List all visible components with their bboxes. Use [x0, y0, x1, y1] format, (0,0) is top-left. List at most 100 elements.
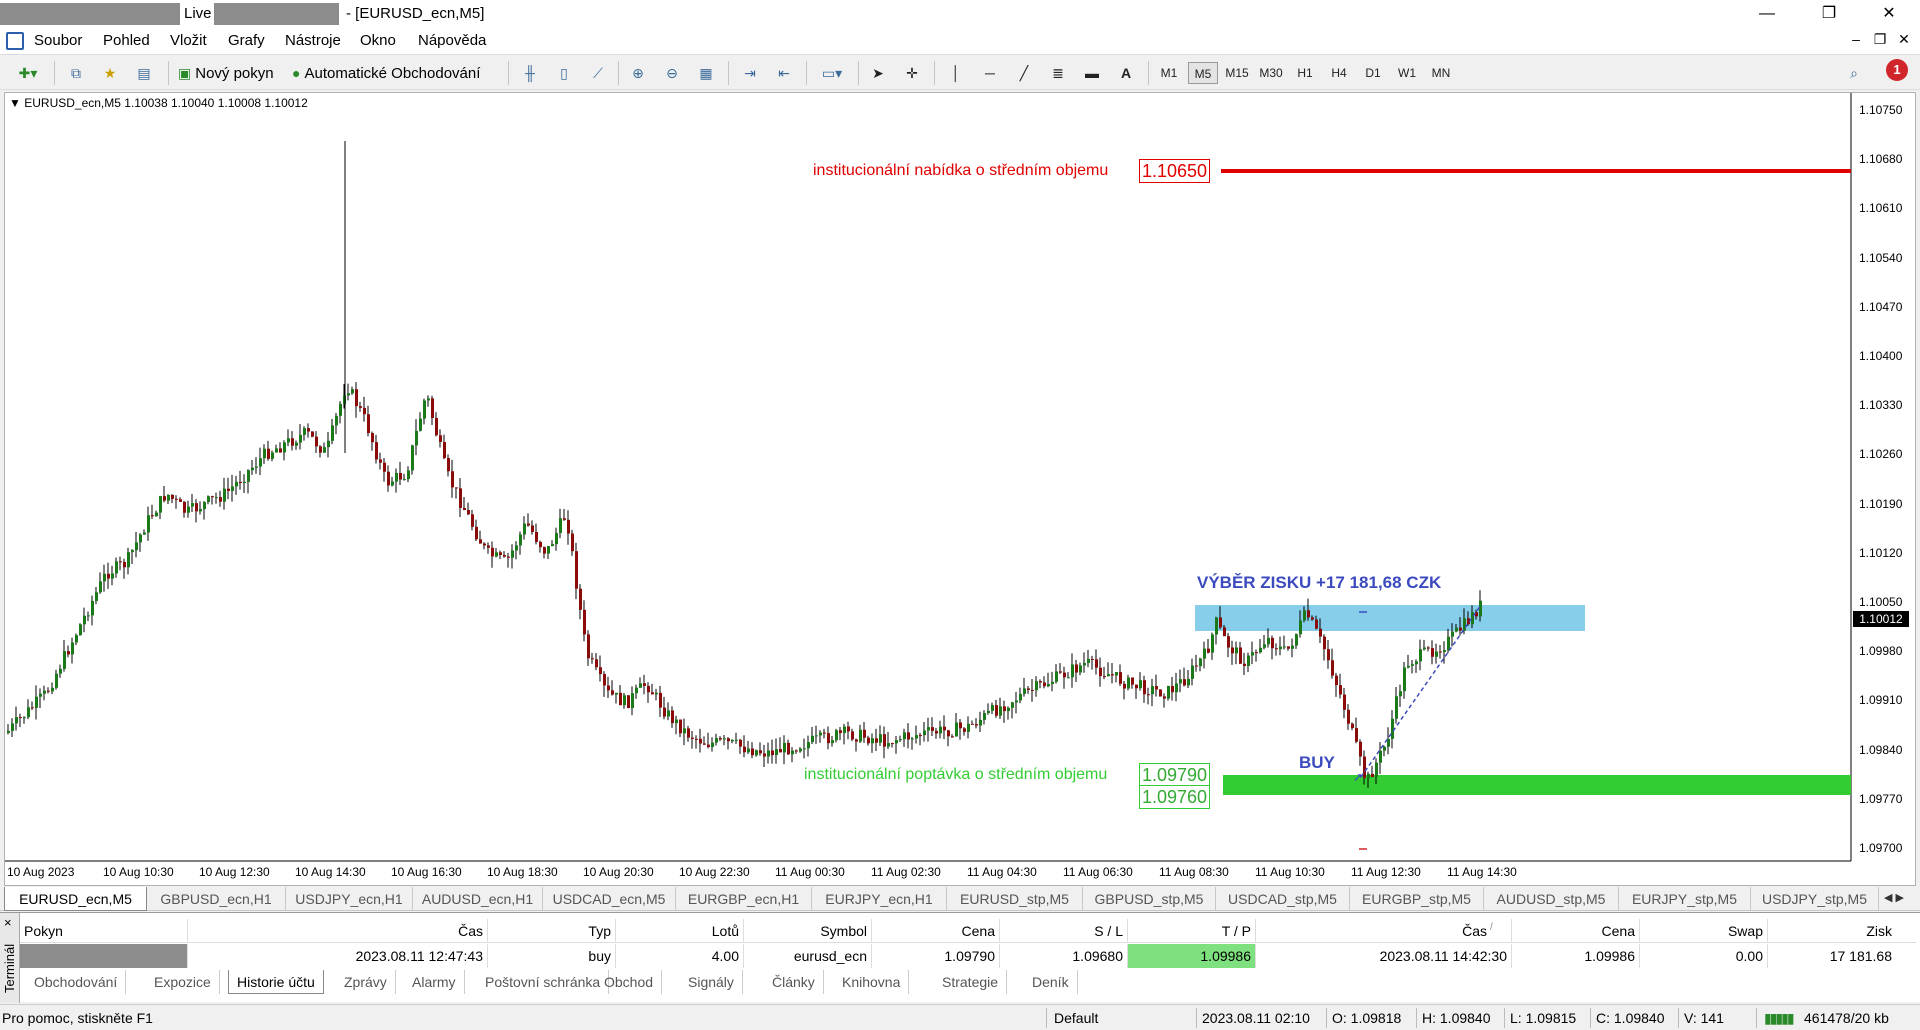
candle-body [79, 624, 82, 636]
chart-shift-icon[interactable]: ⇤ [772, 60, 796, 86]
cursor-icon[interactable]: ➤ [866, 60, 890, 86]
mdi-close-button[interactable]: ✕ [1894, 31, 1914, 48]
candle-body [1243, 663, 1246, 666]
col-symbol[interactable]: Symbol [744, 919, 872, 943]
candle-body [515, 545, 518, 551]
crosshair-icon[interactable]: ✛ [900, 60, 924, 86]
trendline-icon[interactable]: ╱ [1012, 60, 1036, 86]
chart-tab[interactable]: EURUSD_stp,M5 [947, 887, 1083, 911]
candle-body [155, 512, 158, 517]
terminal-tab[interactable]: Knihovna [834, 970, 910, 994]
chart-tab[interactable]: USDCAD_ecn,M5 [543, 887, 676, 911]
candle-body [1183, 679, 1186, 686]
chart-tab[interactable]: USDJPY_ecn,H1 [286, 887, 413, 911]
minimize-button[interactable]: — [1744, 0, 1790, 28]
time-tick-label: 10 Aug 16:30 [391, 865, 462, 879]
timeframe-h1[interactable]: H1 [1290, 62, 1320, 84]
text-tool-icon[interactable]: A [1114, 60, 1138, 86]
timeframe-m30[interactable]: M30 [1256, 62, 1286, 84]
menu-insert[interactable]: Vložit [170, 32, 207, 49]
timeframe-m5[interactable]: M5 [1188, 62, 1218, 84]
zoom-out-icon[interactable]: ⊖ [660, 60, 684, 86]
candle-body [243, 481, 246, 484]
col-swap[interactable]: Swap [1640, 919, 1768, 943]
chart-tab[interactable]: EURJPY_stp,M5 [1619, 887, 1751, 911]
line-chart-icon[interactable]: ⟋ [586, 60, 610, 86]
terminal-tab[interactable]: Zprávy [336, 970, 396, 994]
fibonacci-icon[interactable]: ≣ [1046, 60, 1070, 86]
chart-tab[interactable]: EURJPY_ecn,H1 [812, 887, 947, 911]
timeframe-w1[interactable]: W1 [1392, 62, 1422, 84]
timeframe-mn[interactable]: MN [1426, 62, 1456, 84]
candle-body [1383, 746, 1386, 751]
collapse-arrow-icon[interactable]: ▼ [9, 96, 21, 110]
menu-window[interactable]: Okno [360, 32, 396, 49]
notification-badge[interactable]: 1 [1886, 59, 1908, 81]
candle-body [419, 418, 422, 431]
new-order-button[interactable]: ▣ Nový pokyn [178, 60, 274, 86]
col-price[interactable]: Cena [872, 919, 1000, 943]
chart-tab[interactable]: EURGBP_ecn,H1 [676, 887, 812, 911]
vertical-line-icon[interactable]: │ [944, 60, 968, 86]
terminal-tab[interactable]: Poštovní schránka [477, 970, 610, 994]
tile-windows-icon[interactable]: ▦ [694, 60, 718, 86]
chart-tab[interactable]: GBPUSD_stp,M5 [1083, 887, 1216, 911]
col-profit[interactable]: Zisk [1768, 919, 1896, 943]
chart-tab[interactable]: EURUSD_ecn,M5 [4, 887, 147, 911]
col-sl[interactable]: S / L [1000, 919, 1128, 943]
horizontal-line-icon[interactable]: ─ [978, 60, 1002, 86]
col-close-price[interactable]: Cena [1512, 919, 1640, 943]
menu-file[interactable]: Soubor [34, 32, 82, 49]
terminal-tab[interactable]: Strategie [934, 970, 1008, 994]
profiles-icon[interactable]: ⧉ [64, 60, 88, 86]
terminal-tab[interactable]: Signály [680, 970, 743, 994]
zoom-in-icon[interactable]: ⊕ [626, 60, 650, 86]
chart-tab[interactable]: GBPUSD_ecn,H1 [147, 887, 286, 911]
terminal-tab[interactable]: Expozice [146, 970, 220, 994]
terminal-close-button[interactable]: × [4, 915, 12, 930]
auto-trading-button[interactable]: ● Automatické Obchodování [292, 60, 480, 86]
indicators-icon[interactable]: ▭▾ [814, 60, 850, 86]
terminal-tab[interactable]: Obchod [596, 970, 663, 994]
col-close-time[interactable]: Čas [1256, 919, 1512, 943]
col-time[interactable]: Čas [188, 919, 488, 943]
timeframe-d1[interactable]: D1 [1358, 62, 1388, 84]
maximize-button[interactable]: ❐ [1806, 0, 1852, 28]
tab-scroll-arrows-icon[interactable]: ◀ ▶ [1884, 891, 1904, 904]
menu-help[interactable]: Nápověda [418, 32, 486, 49]
col-tp[interactable]: T / P [1128, 919, 1256, 943]
timeframe-m1[interactable]: M1 [1154, 62, 1184, 84]
bar-chart-icon[interactable]: ╫ [518, 60, 542, 86]
chart-tab[interactable]: USDCAD_stp,M5 [1216, 887, 1350, 911]
terminal-tab[interactable]: Články [764, 970, 824, 994]
menu-charts[interactable]: Grafy [228, 32, 265, 49]
col-order[interactable]: Pokyn [20, 919, 188, 943]
candle-body [1415, 661, 1418, 665]
mdi-minimize-button[interactable]: – [1846, 31, 1866, 47]
auto-scroll-icon[interactable]: ⇥ [738, 60, 762, 86]
new-chart-icon[interactable]: ✚▾ [10, 60, 46, 86]
menu-tools[interactable]: Nástroje [285, 32, 341, 49]
terminal-tab[interactable]: Alarmy [404, 970, 465, 994]
col-lots[interactable]: Lotů [616, 919, 744, 943]
table-row[interactable]: 2023.08.11 12:47:43 buy 4.00 eurusd_ecn … [20, 944, 1916, 968]
col-type[interactable]: Typ [488, 919, 616, 943]
menu-view[interactable]: Pohled [103, 32, 150, 49]
timeframe-m15[interactable]: M15 [1222, 62, 1252, 84]
timeframe-h4[interactable]: H4 [1324, 62, 1354, 84]
search-icon[interactable]: ⌕ [1842, 60, 1866, 86]
mdi-restore-button[interactable]: ❐ [1870, 31, 1890, 48]
shapes-icon[interactable]: ▬ [1080, 60, 1104, 86]
chart-tab[interactable]: AUDUSD_ecn,H1 [413, 887, 543, 911]
terminal-tab[interactable]: Obchodování [26, 970, 127, 994]
chart-window[interactable]: ➚ ▼ EURUSD_ecn,M5 1.10038 1.10040 1.1000… [4, 92, 1916, 886]
close-button[interactable]: ✕ [1866, 0, 1912, 28]
chart-tab[interactable]: USDJPY_stp,M5 [1751, 887, 1879, 911]
terminal-tab[interactable]: Deník [1024, 970, 1078, 994]
candlestick-icon[interactable]: ▯ [552, 60, 576, 86]
chart-tab[interactable]: AUDUSD_stp,M5 [1484, 887, 1619, 911]
chart-tab[interactable]: EURGBP_stp,M5 [1350, 887, 1484, 911]
favorites-icon[interactable]: ★ [98, 60, 122, 86]
navigator-icon[interactable]: ▤ [132, 60, 156, 86]
terminal-tab[interactable]: Historie účtu [228, 970, 324, 994]
